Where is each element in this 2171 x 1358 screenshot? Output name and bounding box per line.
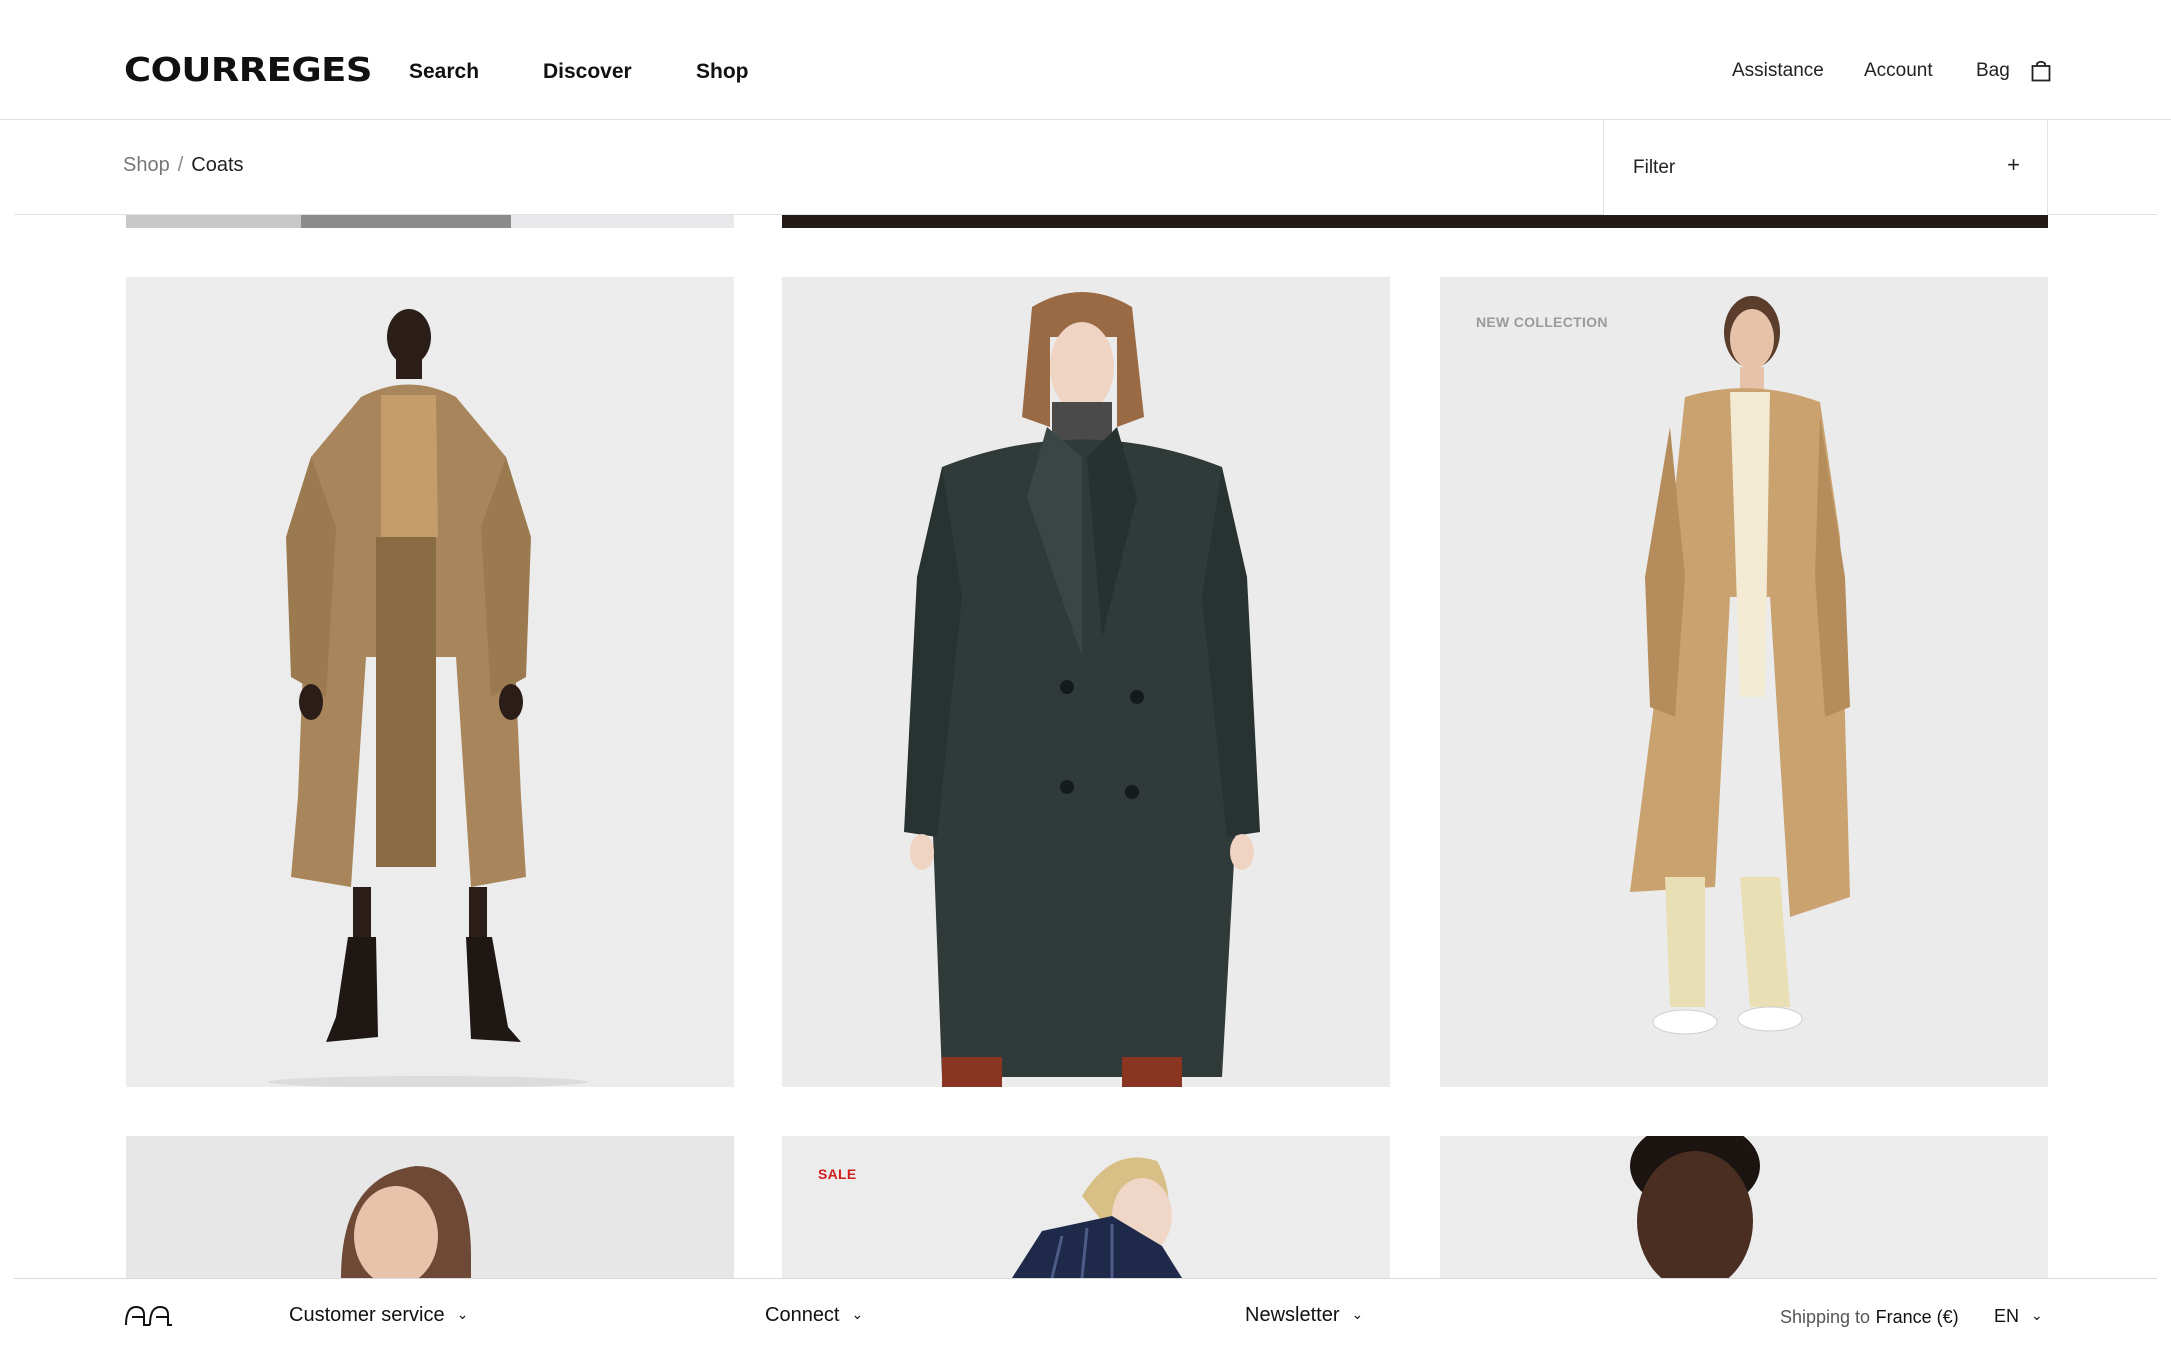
nav-discover[interactable]: Discover	[543, 60, 632, 84]
nav-search[interactable]: Search	[409, 60, 479, 84]
filter-label: Filter	[1633, 157, 1676, 178]
shipping-country: France (€)	[1875, 1307, 1959, 1327]
shipping-selector[interactable]: Shipping to France (€)	[1780, 1306, 1959, 1329]
customer-service-dropdown[interactable]: Customer service ⌄	[289, 1304, 468, 1327]
product-tile-row2-middle[interactable]: SALE	[782, 1136, 1390, 1278]
new-collection-badge: NEW COLLECTION	[1476, 314, 1608, 330]
plus-icon: +	[2007, 152, 2020, 177]
breadcrumb-shop-link[interactable]: Shop	[123, 154, 170, 176]
customer-service-label: Customer service	[289, 1304, 445, 1326]
language-selector[interactable]: EN ⌄	[1994, 1306, 2043, 1327]
nav-assistance[interactable]: Assistance	[1732, 60, 1824, 82]
nav-account[interactable]: Account	[1864, 60, 1933, 82]
product-image-row2-right	[1440, 1136, 2048, 1278]
product-image-padded-trench-coat	[1440, 277, 2048, 1087]
product-tile-row2-right[interactable]	[1440, 1136, 2048, 1278]
product-image-row2-middle	[782, 1136, 1390, 1278]
chevron-down-icon: ⌄	[2031, 1307, 2043, 1323]
product-tile-padded-trench-coat[interactable]: NEW COLLECTION	[1440, 277, 2048, 1087]
nav-shop[interactable]: Shop	[696, 60, 749, 84]
breadcrumb-current: Coats	[191, 154, 244, 176]
site-header: COURREGES Search Discover Shop Assistanc…	[0, 0, 2171, 120]
shopping-bag-icon[interactable]	[2031, 60, 2051, 82]
chevron-down-icon: ⌄	[851, 1306, 864, 1322]
sale-badge: SALE	[818, 1166, 857, 1182]
product-image-double-breasted-coat	[782, 277, 1390, 1087]
newsletter-dropdown[interactable]: Newsletter ⌄	[1245, 1304, 1363, 1327]
breadcrumb-separator: /	[177, 154, 184, 176]
shipping-prefix: Shipping to	[1780, 1307, 1871, 1327]
brand-logo[interactable]: COURREGES	[124, 50, 372, 89]
chevron-down-icon: ⌄	[456, 1306, 469, 1322]
product-image-row2-left	[126, 1136, 734, 1278]
listing-subheader: Shop / Coats Filter +	[14, 120, 2157, 215]
product-image-shearling-coat	[126, 277, 734, 1087]
connect-dropdown[interactable]: Connect ⌄	[765, 1304, 863, 1327]
page: NEW COLLECTION SALE COURREGES Search Dis…	[0, 0, 2171, 1358]
product-tile-shearling-coat[interactable]	[126, 277, 734, 1087]
sticky-footer: Customer service ⌄ Connect ⌄ Newsletter ⌄ S…	[14, 1278, 2157, 1358]
connect-label: Connect	[765, 1304, 840, 1326]
courreges-monogram-icon[interactable]	[124, 1303, 172, 1329]
language-label: EN	[1994, 1306, 2020, 1326]
chevron-down-icon: ⌄	[1351, 1306, 1364, 1322]
nav-bag[interactable]: Bag	[1976, 60, 2010, 82]
product-tile-double-breasted-coat[interactable]	[782, 277, 1390, 1087]
newsletter-label: Newsletter	[1245, 1304, 1340, 1326]
filter-toggle[interactable]: Filter +	[1603, 120, 2048, 215]
product-tile-row2-left[interactable]	[126, 1136, 734, 1278]
breadcrumb: Shop / Coats	[123, 154, 244, 177]
